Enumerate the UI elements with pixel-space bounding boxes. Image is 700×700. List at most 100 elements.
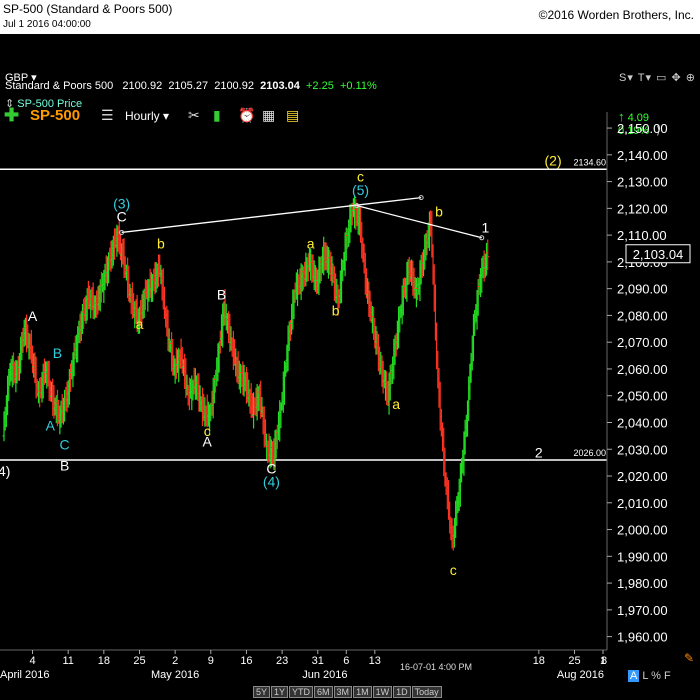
wave-label: B bbox=[60, 458, 69, 474]
y-tick-label: 2,130.00 bbox=[617, 175, 668, 190]
wave-label: (5) bbox=[352, 182, 369, 198]
range-tab[interactable]: 1Y bbox=[271, 686, 289, 698]
chart-datetime: Jul 1 2016 04:00:00 bbox=[3, 19, 91, 30]
grid-icon[interactable]: ▦ bbox=[262, 107, 275, 124]
trendline-handle bbox=[354, 203, 360, 209]
note-icon[interactable]: ▤ bbox=[286, 107, 299, 124]
wave-label: B bbox=[53, 345, 62, 361]
wave-label: 2 bbox=[535, 444, 543, 460]
wave-label: B bbox=[217, 286, 226, 302]
wave-label: (4) bbox=[263, 474, 280, 490]
y-tick-label: 2,020.00 bbox=[617, 469, 668, 484]
x-tick-label: 31 bbox=[312, 655, 324, 667]
range-tab[interactable]: Today bbox=[411, 686, 442, 698]
trendline-handle bbox=[418, 195, 424, 201]
scale-mode-a[interactable]: A bbox=[628, 670, 640, 682]
wave-label: b bbox=[157, 236, 165, 252]
quote-name: Standard & Poors 500 bbox=[5, 80, 114, 92]
y-tick-label: 2,090.00 bbox=[617, 282, 668, 297]
x-tick-label: 8 bbox=[601, 655, 607, 667]
wave-label: A bbox=[28, 308, 38, 324]
price-bars bbox=[2, 195, 490, 551]
x-tick-label: 2 bbox=[172, 655, 178, 667]
y-tick-label: 2,100.00 bbox=[617, 255, 668, 270]
y-tick-label: 2,080.00 bbox=[617, 308, 668, 323]
x-tick-label: 6 bbox=[343, 655, 349, 667]
trendlines bbox=[119, 195, 485, 241]
y-tick-label: 2,120.00 bbox=[617, 201, 668, 216]
price-chart[interactable]: 2134.602026.00 ABACB(3)CbaBcAC(4)abc(5)a… bbox=[0, 0, 700, 700]
change-abs: 4.09 bbox=[627, 112, 649, 124]
indicator-icon[interactable]: ▮ bbox=[213, 107, 221, 124]
month-label: Aug 2016 bbox=[557, 669, 604, 681]
range-tab[interactable]: 3M bbox=[333, 686, 353, 698]
x-tick-label: 25 bbox=[133, 655, 145, 667]
last-price-box bbox=[625, 244, 691, 264]
scale-mode-options[interactable]: L % F bbox=[642, 670, 670, 682]
y-tick-label: 1,960.00 bbox=[617, 630, 668, 645]
change-box: ↑ 4.09 0.19% ⟩ bbox=[618, 109, 661, 137]
trendline-handle bbox=[119, 229, 125, 235]
trendline-handle bbox=[479, 235, 485, 241]
wave-label: C bbox=[117, 209, 127, 225]
y-tick-label: 2,070.00 bbox=[617, 335, 668, 350]
quote-change-pct: +0.11% bbox=[339, 80, 377, 92]
quote-line: Standard & Poors 500 2100.92 2105.27 210… bbox=[5, 80, 377, 92]
toolbar-row: GBP ▾ S▾ T▾ ▭ ✥ ⊕ bbox=[0, 34, 700, 84]
quote-low: 2100.92 bbox=[214, 80, 254, 92]
x-tick-label: 13 bbox=[369, 655, 381, 667]
x-tick-label: 23 bbox=[276, 655, 288, 667]
quote-close: 2103.04 bbox=[260, 80, 300, 92]
x-axis: 4 11 18 25 2 9 16 23 31 6 13 18 25 18April 2016 May 20… bbox=[0, 649, 607, 681]
series-label: ⇕ SP-500 Price bbox=[5, 98, 83, 110]
level-label: 2134.60 bbox=[573, 157, 606, 167]
range-tab[interactable]: 1M bbox=[353, 686, 372, 698]
y-tick-label: 1,990.00 bbox=[617, 549, 668, 564]
last-price-label: 2,103.04 bbox=[633, 247, 684, 262]
y-tick-label: 2,050.00 bbox=[617, 389, 668, 404]
list-icon[interactable]: ☰ bbox=[101, 107, 114, 124]
quote-open: 2100.92 bbox=[122, 80, 163, 92]
y-axis: 1,960.00 1,970.00 1,980.00 1,990.00 2,000.00… bbox=[606, 112, 691, 650]
level-label: 2026.00 bbox=[573, 448, 606, 458]
wave-label: c bbox=[450, 562, 457, 578]
y-tick-label: 2,140.00 bbox=[617, 148, 668, 163]
wave-label: b bbox=[435, 203, 443, 219]
range-tab[interactable]: 5Y bbox=[253, 686, 271, 698]
wave-label: 1 bbox=[481, 219, 489, 235]
wave-label: c bbox=[204, 423, 211, 439]
range-tab[interactable]: 1W bbox=[372, 686, 393, 698]
interval-select[interactable]: Hourly ▾ bbox=[125, 109, 169, 123]
trendline bbox=[121, 197, 422, 234]
wave-annotations: ABACB(3)CbaBcAC(4)abc(5)ab1c(2)24) bbox=[0, 153, 562, 579]
range-tab[interactable]: 6M bbox=[314, 686, 333, 698]
x-tick-label: 18 bbox=[98, 655, 110, 667]
alarm-clock-icon[interactable]: ⏰ bbox=[238, 107, 255, 124]
y-tick-label: 2,110.00 bbox=[617, 228, 667, 243]
x-tick-label: 25 bbox=[568, 655, 580, 667]
range-tab[interactable]: 1D bbox=[393, 686, 411, 698]
wave-label: (2) bbox=[545, 153, 562, 169]
pencil-icon[interactable]: ✎ bbox=[684, 651, 694, 665]
change-pct: 0.19% bbox=[618, 125, 650, 137]
wave-label: 4) bbox=[0, 463, 10, 479]
y-tick-label: 2,060.00 bbox=[617, 362, 668, 377]
month-label: Jun 2016 bbox=[302, 669, 347, 681]
symbol-row: ✚ SP-500 ☰ Hourly ▾ ✂ ▮ ⏰ ▦ ▤ ↑ 4.09 0.1… bbox=[0, 52, 700, 137]
range-tab[interactable]: YTD bbox=[289, 686, 314, 698]
y-tick-label: 2,030.00 bbox=[617, 442, 668, 457]
copyright: ©2016 Worden Brothers, Inc. bbox=[538, 8, 694, 22]
wave-label: c bbox=[357, 169, 364, 185]
quote-high: 2105.27 bbox=[168, 80, 209, 92]
wave-label: C bbox=[60, 436, 70, 452]
horizontal-levels: 2134.60 2026.00 bbox=[0, 157, 607, 461]
wave-label: A bbox=[203, 434, 213, 450]
chevron-circle-icon[interactable]: ⟩ bbox=[656, 125, 660, 137]
chart-title: SP-500 (Standard & Poors 500) bbox=[3, 2, 173, 16]
wave-label: a bbox=[392, 396, 400, 412]
cursor-date-label: 16-07-01 4:00 PM bbox=[400, 662, 472, 672]
collapse-arrows-icon[interactable]: ⇕ bbox=[5, 98, 14, 110]
tools-icon[interactable]: ✂ bbox=[188, 107, 200, 124]
scale-mode: A L % F bbox=[628, 670, 671, 682]
wave-label: a bbox=[136, 316, 144, 332]
